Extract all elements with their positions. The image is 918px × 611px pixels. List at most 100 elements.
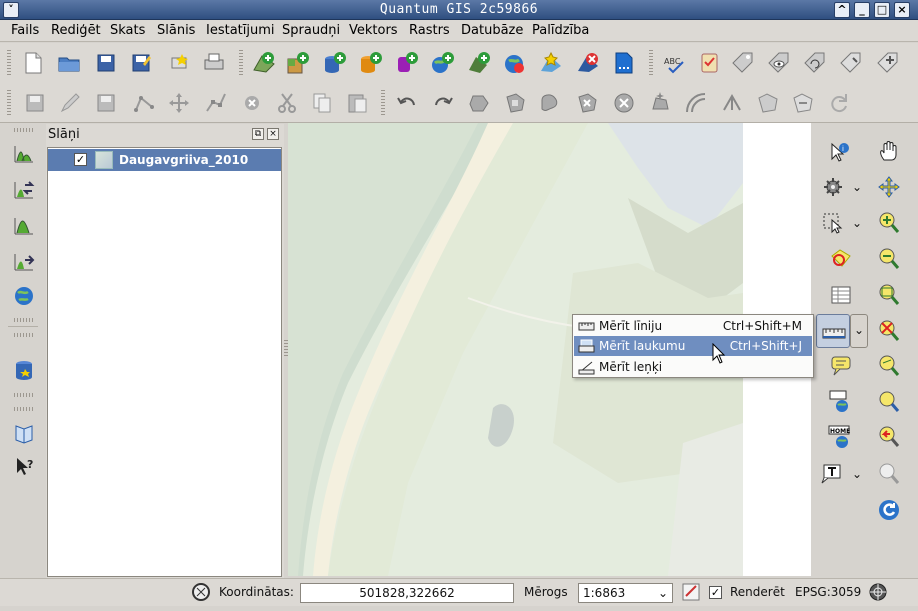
save-project-icon[interactable] bbox=[93, 50, 119, 76]
stretch-histogram-icon[interactable] bbox=[11, 212, 37, 238]
toolbar-grip[interactable] bbox=[14, 128, 34, 132]
zoom-to-layer-icon[interactable] bbox=[876, 318, 902, 344]
tag-icon[interactable] bbox=[731, 50, 757, 76]
pan-to-selection-icon[interactable] bbox=[876, 174, 902, 200]
open-project-icon[interactable] bbox=[56, 50, 82, 76]
toolbar-grip[interactable] bbox=[7, 90, 11, 116]
close-button[interactable]: × bbox=[894, 2, 910, 18]
chevron-down-icon: ⌄ bbox=[854, 323, 865, 337]
menu-view[interactable]: Skats bbox=[110, 23, 145, 38]
coordinate-capture-icon[interactable] bbox=[191, 582, 211, 602]
add-wms-layer-icon[interactable] bbox=[429, 50, 455, 76]
shade-button[interactable]: ^ bbox=[834, 2, 850, 18]
add-mssql-layer-icon[interactable] bbox=[393, 50, 419, 76]
menu-item-measure-line[interactable]: Mērīt līniju Ctrl+Shift+M bbox=[574, 316, 812, 336]
move-tag-icon[interactable] bbox=[876, 50, 902, 76]
zoom-last-icon[interactable] bbox=[876, 389, 902, 415]
add-delimited-text-icon[interactable] bbox=[611, 50, 637, 76]
menu-plugins[interactable]: Spraudņi bbox=[282, 23, 340, 38]
zoom-out-icon[interactable] bbox=[876, 246, 902, 272]
float-panel-button[interactable]: ⧉ bbox=[252, 128, 264, 140]
menu-settings[interactable]: Iestatījumi bbox=[206, 23, 275, 38]
toggle-editing-icon[interactable] bbox=[57, 90, 83, 116]
add-postgis-layer-icon[interactable] bbox=[321, 50, 347, 76]
minimize-button[interactable]: _ bbox=[854, 2, 870, 18]
stretch-current-extent-icon[interactable] bbox=[11, 248, 37, 274]
projection-globe-icon[interactable] bbox=[868, 582, 888, 602]
render-checkbox[interactable]: ✓ bbox=[709, 586, 722, 599]
toolbar-grip[interactable] bbox=[239, 50, 243, 76]
menu-item-measure-angle[interactable]: Mērīt leņķi bbox=[574, 357, 812, 377]
scale-combobox[interactable]: 1:6863 ⌄ bbox=[578, 583, 673, 603]
menu-item-measure-area[interactable]: Mērīt laukumu Ctrl+Shift+J bbox=[574, 336, 812, 356]
menu-layer[interactable]: Slānis bbox=[157, 23, 195, 38]
toolbar-grip[interactable] bbox=[649, 50, 653, 76]
toolbar-grip[interactable] bbox=[381, 90, 385, 116]
map-tips-icon[interactable] bbox=[828, 353, 854, 379]
toolbar-grip[interactable] bbox=[14, 333, 34, 337]
help-book-icon[interactable] bbox=[11, 420, 37, 446]
add-raster-layer-icon[interactable] bbox=[285, 50, 311, 76]
new-shapefile-layer-icon[interactable] bbox=[538, 50, 564, 76]
close-panel-button[interactable]: × bbox=[267, 128, 279, 140]
add-wcs-layer-icon[interactable] bbox=[465, 50, 491, 76]
pan-icon[interactable] bbox=[876, 139, 902, 165]
crs-label[interactable]: EPSG:3059 bbox=[795, 585, 861, 599]
menu-vector[interactable]: Vektors bbox=[349, 23, 398, 38]
layer-visibility-checkbox[interactable]: ✓ bbox=[74, 153, 87, 166]
new-print-composer-icon[interactable] bbox=[166, 50, 192, 76]
add-spatialite-layer-icon[interactable] bbox=[357, 50, 383, 76]
rotate-tag-icon[interactable] bbox=[803, 50, 829, 76]
print-icon[interactable] bbox=[201, 50, 227, 76]
toolbar-grip[interactable] bbox=[14, 407, 34, 411]
add-wfs-layer-icon[interactable] bbox=[501, 50, 527, 76]
remove-layer-icon[interactable] bbox=[575, 50, 601, 76]
new-bookmark-icon[interactable] bbox=[828, 389, 854, 415]
zoom-next-icon[interactable] bbox=[876, 424, 902, 450]
stop-render-icon[interactable] bbox=[681, 582, 701, 602]
zoom-full-icon[interactable] bbox=[876, 282, 902, 308]
whats-this-icon[interactable]: ? bbox=[11, 454, 37, 480]
measure-line-icon bbox=[822, 328, 846, 339]
save-as-icon[interactable] bbox=[128, 50, 154, 76]
raster-align-icon[interactable] bbox=[11, 176, 37, 202]
coordinates-field[interactable]: 501828,322662 bbox=[300, 583, 514, 603]
menu-database[interactable]: Datubāze bbox=[461, 23, 523, 38]
redo-icon[interactable] bbox=[430, 90, 456, 116]
text-annotation-icon[interactable] bbox=[820, 461, 846, 487]
toolbar-grip[interactable] bbox=[7, 50, 11, 76]
menu-file[interactable]: Fails bbox=[11, 23, 39, 38]
globe-icon[interactable] bbox=[11, 283, 37, 309]
zoom-to-selection-icon[interactable] bbox=[876, 353, 902, 379]
toolbar-grip[interactable] bbox=[14, 393, 34, 397]
undo-icon[interactable] bbox=[394, 90, 420, 116]
menu-help[interactable]: Palīdzība bbox=[532, 23, 589, 38]
add-vector-layer-icon[interactable] bbox=[251, 50, 277, 76]
run-feature-action-icon[interactable] bbox=[820, 174, 846, 200]
chevron-down-icon[interactable]: ⌄ bbox=[852, 467, 862, 481]
zoom-in-icon[interactable] bbox=[876, 210, 902, 236]
menu-edit[interactable]: Rediģēt bbox=[51, 23, 101, 38]
menu-raster[interactable]: Rastrs bbox=[409, 23, 450, 38]
database-manager-icon[interactable] bbox=[11, 357, 37, 383]
toolbar-grip[interactable] bbox=[14, 318, 34, 322]
refresh-icon[interactable] bbox=[876, 497, 902, 523]
identify-features-icon[interactable]: i bbox=[826, 139, 852, 165]
attribute-table-icon[interactable] bbox=[828, 282, 854, 308]
chevron-down-icon[interactable]: ⌄ bbox=[852, 216, 862, 230]
spell-check-icon[interactable]: ABC bbox=[661, 50, 687, 76]
layer-row[interactable]: ✓ Daugavgriiva_2010 bbox=[48, 149, 281, 171]
chevron-down-icon[interactable]: ⌄ bbox=[852, 180, 862, 194]
zoom-actual-size-icon[interactable] bbox=[876, 461, 902, 487]
raster-histogram-icon[interactable] bbox=[11, 140, 37, 166]
new-project-icon[interactable] bbox=[20, 50, 46, 76]
plugin-tag-icon[interactable] bbox=[696, 50, 722, 76]
eye-tag-icon[interactable] bbox=[767, 50, 793, 76]
measure-dropdown-button[interactable]: ⌄ bbox=[850, 314, 868, 348]
deselect-features-icon[interactable] bbox=[828, 246, 854, 272]
measure-button[interactable] bbox=[816, 314, 850, 348]
maximize-button[interactable]: □ bbox=[874, 2, 890, 18]
select-features-icon[interactable] bbox=[820, 210, 846, 236]
show-bookmarks-icon[interactable]: HOME bbox=[828, 424, 854, 450]
pin-tag-icon[interactable] bbox=[839, 50, 865, 76]
